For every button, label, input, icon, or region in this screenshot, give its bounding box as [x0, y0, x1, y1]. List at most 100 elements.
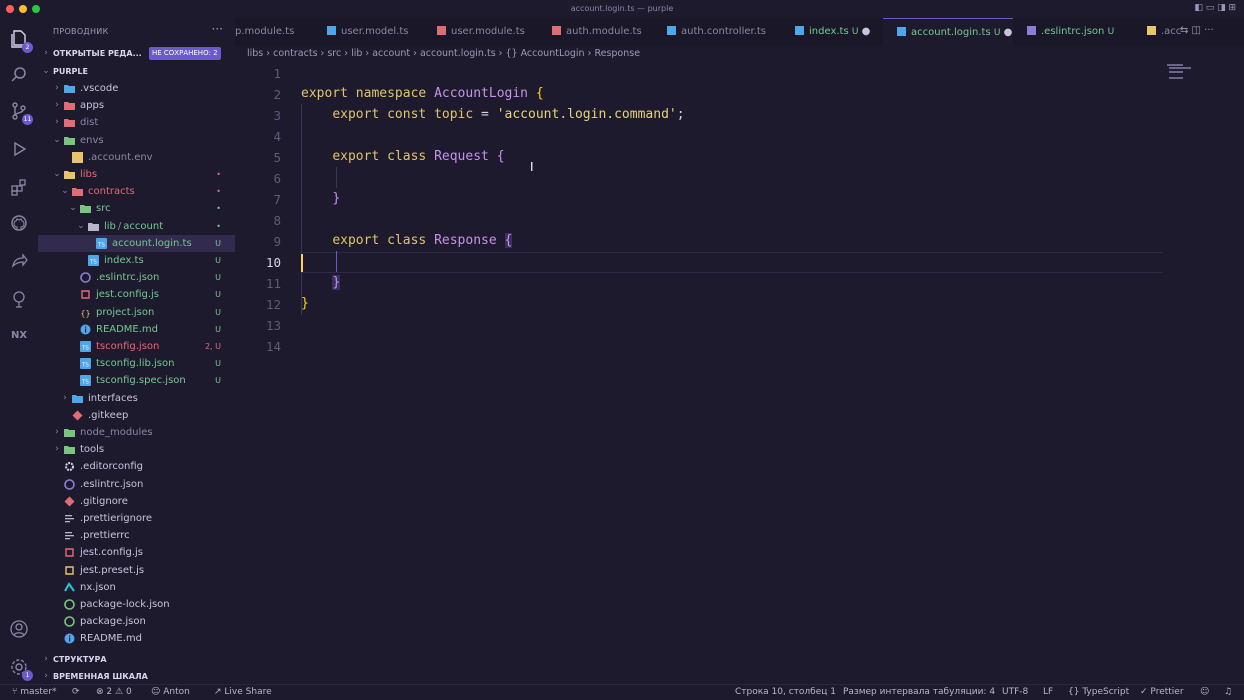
folder-icon	[72, 393, 83, 404]
extensions-icon[interactable]	[6, 174, 32, 200]
folder-dist[interactable]: › dist	[38, 114, 235, 131]
file-nx-json[interactable]: nx.json	[38, 579, 235, 596]
cursor-position[interactable]: Строка 10, столбец 1	[735, 685, 836, 700]
run-debug-icon[interactable]	[6, 136, 32, 162]
file-readme-md[interactable]: README.md U	[38, 321, 235, 338]
encoding[interactable]: UTF-8	[1002, 685, 1028, 700]
minimap[interactable]	[1165, 62, 1225, 102]
live-share-button[interactable]: ↗ Live Share	[214, 685, 272, 700]
nx-console-icon[interactable]: NX	[6, 322, 32, 348]
breadcrumb-item[interactable]: contracts	[273, 48, 317, 59]
tree-icon[interactable]	[6, 286, 32, 312]
const-name: topic	[434, 107, 474, 122]
user-indicator[interactable]: ☺ Anton	[151, 685, 190, 700]
tab-auth-controller[interactable]: auth.controller.ts	[653, 18, 781, 46]
folder-interfaces[interactable]: › interfaces	[38, 390, 235, 407]
line-number: 12	[265, 297, 281, 312]
indent-size[interactable]: Размер интервала табуляции: 4	[843, 685, 995, 700]
breadcrumb-item[interactable]: libs	[247, 48, 263, 59]
tab-auth-module[interactable]: auth.module.ts	[538, 18, 653, 46]
root-folder[interactable]: ⌄ PURPLE	[38, 63, 235, 80]
file-root-jest-config-js[interactable]: jest.config.js	[38, 544, 235, 561]
file-editorconfig[interactable]: .editorconfig	[38, 458, 235, 475]
tab-eslintrc[interactable]: .eslintrc.json U	[1013, 18, 1133, 46]
sync-icon[interactable]: ⟳	[72, 685, 80, 700]
tab-acc[interactable]: .acc	[1133, 18, 1181, 46]
window-title: account.login.ts — purple	[570, 4, 674, 13]
folder-lib-account[interactable]: ⌄ lib / account •	[38, 218, 235, 235]
prettier-status[interactable]: ✓ Prettier	[1140, 685, 1184, 700]
timeline-section[interactable]: › ВРЕМЕННАЯ ШКАЛА	[38, 668, 235, 685]
folder-envs[interactable]: ⌄ envs	[38, 132, 235, 149]
file-account-env[interactable]: .account.env	[38, 149, 235, 166]
file-prettierignore[interactable]: .prettierignore	[38, 510, 235, 527]
language-mode[interactable]: {} TypeScript	[1068, 685, 1129, 700]
open-editors-section[interactable]: › ОТКРЫТЫЕ РЕДА... НЕ СОХРАНЕНО: 2	[38, 45, 235, 62]
github-icon[interactable]	[6, 210, 32, 236]
tree-item-label: README.md	[96, 323, 159, 335]
end-of-line[interactable]: LF	[1043, 685, 1053, 700]
accounts-icon[interactable]	[6, 616, 32, 642]
file-tsconfig-spec-json[interactable]: TS tsconfig.spec.json U	[38, 372, 235, 389]
folder-apps[interactable]: › apps	[38, 97, 235, 114]
file-package-lock-json[interactable]: package-lock.json	[38, 596, 235, 613]
folder-libs[interactable]: ⌄ libs •	[38, 166, 235, 183]
tree-item-label: contracts	[88, 186, 135, 198]
tree-item-label: account.login.ts	[112, 237, 192, 249]
file-account-login-ts[interactable]: TS account.login.ts U	[38, 234, 235, 252]
file-jest-preset-js[interactable]: jest.preset.js	[38, 562, 235, 579]
file-jest-config-js[interactable]: jest.config.js U	[38, 286, 235, 303]
current-line-highlight	[301, 252, 1163, 273]
tab-account-login[interactable]: account.login.ts U ●	[883, 18, 1013, 46]
breadcrumb-item[interactable]: account.login.ts	[420, 48, 496, 59]
breadcrumb-item[interactable]: lib	[351, 48, 362, 59]
file-gitkeep[interactable]: .gitkeep	[38, 407, 235, 424]
outline-section[interactable]: › СТРУКТУРА	[38, 651, 235, 668]
code-editor[interactable]: 1 2 3 4 5 6 7 8 9 10 11 12 13 14 export namespace Acc…	[235, 62, 1244, 684]
breadcrumb-item[interactable]: src	[327, 48, 341, 59]
breadcrumb-separator-icon: ›	[317, 48, 328, 59]
breadcrumb-item[interactable]: account	[372, 48, 410, 59]
unsaved-dot-icon[interactable]: ●	[1004, 27, 1013, 38]
unsaved-dot-icon[interactable]: ●	[862, 26, 871, 37]
feedback-icon[interactable]: ☺	[1200, 685, 1209, 700]
file-tsconfig-lib-json[interactable]: TS tsconfig.lib.json U	[38, 355, 235, 372]
file-package-json[interactable]: package.json	[38, 613, 235, 630]
folder-contracts[interactable]: ⌄ contracts •	[38, 183, 235, 200]
editor-actions[interactable]: ⇆ ◫ ···	[1180, 25, 1234, 36]
file-tsconfig-json[interactable]: TS tsconfig.json 2, U	[38, 338, 235, 355]
npm-icon	[64, 599, 75, 610]
folder-src[interactable]: ⌄ src •	[38, 200, 235, 217]
tab-user-model[interactable]: user.model.ts	[313, 18, 423, 46]
breadcrumb-item[interactable]: Response	[594, 48, 640, 59]
tab-user-module[interactable]: user.module.ts	[423, 18, 538, 46]
tab-index[interactable]: index.ts U ●	[781, 18, 883, 46]
indent-guide-active	[336, 251, 337, 272]
file-project-json[interactable]: {} project.json U	[38, 304, 235, 321]
notifications-icon[interactable]: ♫	[1224, 685, 1232, 700]
branch-indicator[interactable]: ⑂ master*	[12, 685, 57, 700]
source-control-icon[interactable]: 11	[6, 98, 33, 125]
search-icon[interactable]	[6, 62, 32, 88]
file-gitignore[interactable]: .gitignore	[38, 493, 235, 510]
live-share-icon[interactable]	[6, 248, 32, 274]
folder-vscode[interactable]: › .vscode	[38, 80, 235, 97]
settings-gear-icon[interactable]: 1	[6, 654, 33, 681]
file-prettierrc[interactable]: .prettierrc	[38, 527, 235, 544]
explorer-icon[interactable]: 2	[6, 26, 33, 53]
git-status: •	[216, 221, 221, 231]
file-index-ts[interactable]: TS index.ts U	[38, 252, 235, 269]
folder-node-modules[interactable]: › node_modules	[38, 424, 235, 441]
problems-indicator[interactable]: ⊗ 2 ⚠ 0	[96, 685, 132, 700]
js-icon	[64, 565, 75, 576]
person-icon: ☺	[151, 687, 161, 697]
line-number: 10	[265, 255, 281, 270]
layout-icons[interactable]: ◧ ▭ ◨ ⊞	[1194, 3, 1236, 13]
folder-tools[interactable]: › tools	[38, 441, 235, 458]
breadcrumb-item[interactable]: {} AccountLogin	[505, 48, 584, 59]
file-root-eslintrc-json[interactable]: .eslintrc.json	[38, 476, 235, 493]
file-eslintrc-json[interactable]: .eslintrc.json U	[38, 269, 235, 286]
file-root-readme-md[interactable]: README.md	[38, 630, 235, 647]
more-actions-icon[interactable]: ···	[212, 22, 223, 36]
tab-p-module[interactable]: p.module.ts	[235, 18, 313, 46]
